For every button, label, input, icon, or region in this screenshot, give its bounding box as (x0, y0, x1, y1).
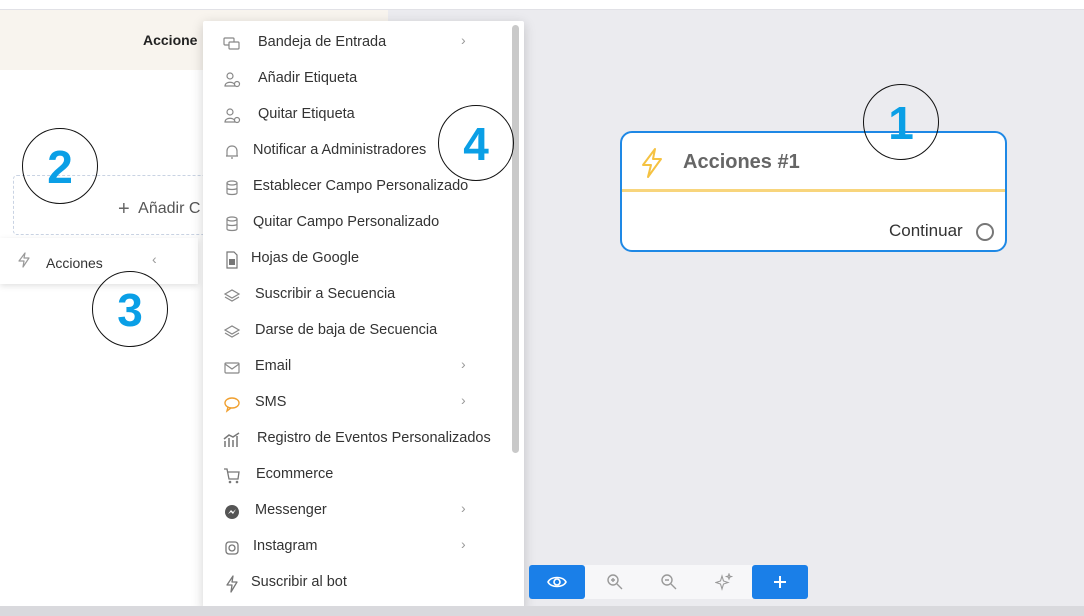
eye-icon (547, 576, 567, 588)
menu-item-hojas-google[interactable]: Hojas de Google (203, 242, 513, 278)
add-action-text: Añadir C (138, 200, 201, 217)
sms-icon (224, 397, 240, 413)
menu-item-label: Hojas de Google (251, 250, 360, 266)
bolt-icon (18, 252, 30, 268)
plus-icon (774, 575, 786, 588)
left-panel-title: Accione (143, 32, 198, 48)
annotation-1: 1 (863, 84, 939, 160)
menu-item-label: Notificar a Administradores (253, 142, 427, 158)
menu-item-bandeja[interactable]: Bandeja de Entrada › (203, 26, 513, 62)
menu-item-label: Darse de baja de Secuencia (255, 322, 438, 338)
zoom-in-icon (607, 574, 623, 590)
zoom-out-button[interactable] (641, 565, 697, 599)
menu-item-label: Messenger (255, 502, 327, 518)
menu-item-label: Quitar Campo Personalizado (253, 214, 440, 230)
node-title: Acciones #1 (683, 151, 800, 173)
sheet-icon (226, 251, 238, 269)
bolt-icon (226, 575, 238, 593)
action-node-card[interactable]: Acciones #1 Continuar (620, 131, 1007, 252)
auto-arrange-button[interactable] (696, 565, 752, 599)
mail-icon (224, 362, 240, 374)
menu-item-label: Email (255, 358, 292, 374)
instagram-icon (225, 541, 239, 555)
layers-icon (223, 289, 241, 302)
menu-scrollbar[interactable] (512, 25, 519, 453)
plus-icon: + (118, 198, 130, 220)
acciones-label: Acciones (46, 255, 103, 271)
top-border (0, 0, 1084, 10)
menu-item-sms[interactable]: SMS › (203, 386, 513, 422)
menu-item-label: Suscribir a Secuencia (255, 286, 396, 302)
menu-item-messenger[interactable]: Messenger › (203, 494, 513, 530)
chevron-left-icon: ‹ (152, 251, 157, 267)
user-tag-icon (224, 72, 241, 88)
menu-item-instagram[interactable]: Instagram › (203, 530, 513, 566)
bolt-icon (642, 148, 662, 178)
add-node-button[interactable] (752, 565, 808, 599)
menu-item-label: Quitar Etiqueta (258, 106, 355, 122)
menu-item-label: SMS (255, 394, 287, 410)
chevron-right-icon: › (461, 536, 466, 552)
menu-item-label: Bandeja de Entrada (258, 34, 387, 50)
user-tag-icon (224, 108, 241, 124)
menu-item-suscribir-bot[interactable]: Suscribir al bot (203, 566, 513, 602)
zoom-in-button[interactable] (587, 565, 643, 599)
menu-item-ecommerce[interactable]: Ecommerce (203, 458, 513, 494)
continue-label: Continuar (889, 221, 963, 240)
chevron-right-icon: › (461, 356, 466, 372)
bottom-border (0, 606, 1084, 616)
annotation-4: 4 (438, 105, 514, 181)
layers-icon (223, 325, 241, 338)
annotation-3: 3 (92, 271, 168, 347)
zoom-out-icon (661, 574, 677, 590)
annotation-2: 2 (22, 128, 98, 204)
chevron-right-icon: › (461, 392, 466, 408)
canvas-toolbar (529, 565, 808, 599)
sparkle-icon (714, 572, 734, 591)
preview-button[interactable] (529, 565, 585, 599)
database-icon (226, 180, 238, 196)
menu-item-suscribir-secuencia[interactable]: Suscribir a Secuencia (203, 278, 513, 314)
cart-icon (224, 468, 240, 484)
database-icon (226, 216, 238, 232)
bell-icon (226, 145, 238, 159)
menu-item-anadir-etiqueta[interactable]: Añadir Etiqueta (203, 62, 513, 98)
menu-item-label: Ecommerce (256, 466, 334, 482)
menu-item-baja-secuencia[interactable]: Darse de baja de Secuencia (203, 314, 513, 350)
menu-item-label: Añadir Etiqueta (258, 70, 358, 86)
add-action-label: + Añadir C (118, 196, 201, 220)
chevron-right-icon: › (461, 500, 466, 516)
menu-item-registro-eventos[interactable]: Registro de Eventos Personalizados (203, 422, 513, 458)
chevron-right-icon: › (461, 32, 466, 48)
menu-item-email[interactable]: Email › (203, 350, 513, 386)
menu-item-label: Establecer Campo Personalizado (253, 178, 469, 194)
menu-item-label: Registro de Eventos Personalizados (257, 430, 491, 446)
acciones-menu-item[interactable]: Acciones ‹ (0, 238, 198, 284)
menu-item-quitar-campo[interactable]: Quitar Campo Personalizado (203, 206, 513, 242)
menu-item-label: Instagram (253, 538, 318, 554)
chat-icon (223, 37, 240, 50)
messenger-icon (225, 505, 239, 519)
chart-icon (223, 432, 240, 447)
output-port[interactable] (976, 223, 994, 241)
node-divider (622, 189, 1005, 192)
menu-item-label: Suscribir al bot (251, 574, 347, 590)
